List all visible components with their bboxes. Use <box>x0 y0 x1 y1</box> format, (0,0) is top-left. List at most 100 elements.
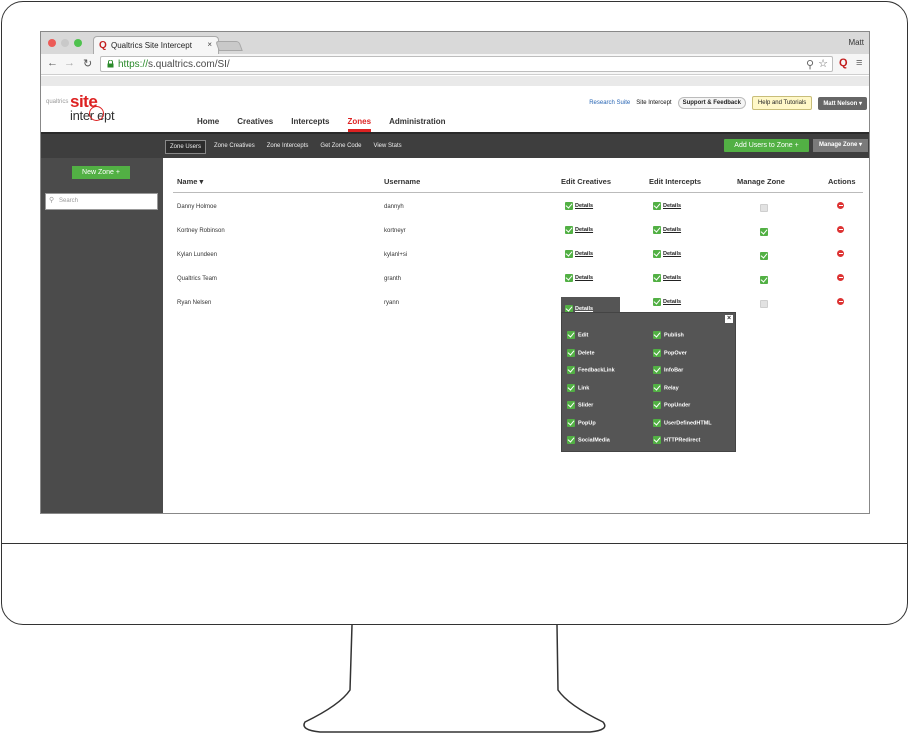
checkbox-icon[interactable] <box>653 274 661 282</box>
checkbox-icon[interactable] <box>653 226 661 234</box>
manage-zone-checkbox[interactable] <box>760 252 768 260</box>
details-link[interactable]: Details <box>575 306 593 312</box>
checkbox-icon[interactable] <box>653 436 661 444</box>
checkbox-icon[interactable] <box>653 348 661 357</box>
tab-view-stats[interactable]: View Stats <box>369 140 405 154</box>
new-tab-button[interactable] <box>215 41 243 51</box>
nav-intercepts[interactable]: Intercepts <box>291 117 329 126</box>
site-intercept-link[interactable]: Site Intercept <box>636 100 671 106</box>
details-link[interactable]: Details <box>663 251 681 257</box>
tab-zone-creatives[interactable]: Zone Creatives <box>210 140 259 154</box>
checkbox-icon[interactable] <box>567 366 575 374</box>
help-tutorials-button[interactable]: Help and Tutorials <box>751 96 813 110</box>
main-nav: Home Creatives Intercepts Zones Administ… <box>197 117 446 132</box>
minimize-window-button[interactable] <box>61 39 69 47</box>
manage-zone-checkbox[interactable] <box>760 300 768 308</box>
lock-icon <box>107 60 114 68</box>
tab-zone-intercepts[interactable]: Zone Intercepts <box>263 140 313 154</box>
new-zone-button[interactable]: New Zone + <box>72 166 130 179</box>
close-icon[interactable]: × <box>725 315 733 323</box>
header-name[interactable]: Name ▾ <box>177 177 203 186</box>
checkbox-icon[interactable] <box>653 366 661 374</box>
checkbox-icon[interactable] <box>567 348 575 357</box>
tab-zone-users[interactable]: Zone Users <box>165 140 207 154</box>
bookmark-star-icon[interactable]: ☆ <box>818 57 828 70</box>
maximize-window-button[interactable] <box>74 39 82 47</box>
menu-icon[interactable]: ≡ <box>856 57 862 69</box>
checkbox-icon[interactable] <box>653 401 661 409</box>
forward-arrow-icon[interactable]: → <box>64 57 75 69</box>
checkbox-icon[interactable] <box>567 436 575 444</box>
checkbox-icon[interactable] <box>567 383 575 392</box>
actions-cell <box>837 274 844 283</box>
manage-zone-cell <box>760 300 768 308</box>
checkbox-icon[interactable] <box>565 250 573 258</box>
manage-zone-checkbox[interactable] <box>760 204 768 212</box>
top-links: Research Suite Site Intercept Support & … <box>589 96 867 110</box>
search-input[interactable]: ⚲ Search <box>45 193 158 210</box>
manage-zone-checkbox[interactable] <box>760 276 768 284</box>
zoom-icon[interactable]: ⚲ <box>806 58 814 71</box>
research-suite-link[interactable]: Research Suite <box>589 100 630 106</box>
url-text: https://s.qualtrics.com/SI/ <box>118 59 230 70</box>
checkbox-icon[interactable] <box>567 331 575 339</box>
user-name: Ryan Nelsen <box>177 300 212 306</box>
add-users-button[interactable]: Add Users to Zone + <box>724 139 809 152</box>
actions-cell <box>837 226 844 235</box>
checkbox-icon[interactable] <box>653 298 661 306</box>
details-link[interactable]: Details <box>575 203 593 209</box>
checkbox-icon[interactable] <box>653 331 661 339</box>
support-feedback-button[interactable]: Support & Feedback <box>677 97 746 109</box>
user-menu-button[interactable]: Matt Nelson ▾ <box>818 96 867 110</box>
reload-icon[interactable]: ↻ <box>83 57 92 70</box>
user-username: ryann <box>384 300 400 306</box>
browser-tab[interactable]: Q Qualtrics Site Intercept × <box>93 36 219 54</box>
tab-close-icon[interactable]: × <box>207 40 212 49</box>
checkbox-icon[interactable] <box>565 226 573 234</box>
details-link[interactable]: Details <box>663 227 681 233</box>
manage-zone-button[interactable]: Manage Zone ▾ <box>813 139 868 152</box>
delete-icon[interactable] <box>837 226 844 233</box>
details-link[interactable]: Details <box>575 275 593 281</box>
manage-zone-checkbox[interactable] <box>760 228 768 236</box>
details-link[interactable]: Details <box>663 203 681 209</box>
checkbox-icon[interactable] <box>567 418 575 427</box>
checkbox-icon[interactable] <box>653 202 661 210</box>
permission-item: Relay <box>653 383 679 392</box>
app-header: qualtrics site inter ept Home Creatives … <box>41 86 869 132</box>
edit-intercepts-cell: Details <box>653 250 681 258</box>
details-link[interactable]: Details <box>575 251 593 257</box>
monitor-illustration: Q Qualtrics Site Intercept × Matt ← → ↻ … <box>0 0 910 734</box>
close-window-button[interactable] <box>48 39 56 47</box>
permission-label: PopUnder <box>664 402 691 409</box>
details-link[interactable]: Details <box>663 299 681 305</box>
delete-icon[interactable] <box>837 298 844 305</box>
checkbox-icon[interactable] <box>653 383 661 392</box>
checkbox-icon[interactable] <box>565 274 573 282</box>
header-edit-creatives: Edit Creatives <box>561 177 612 186</box>
checkbox-icon[interactable] <box>653 418 661 427</box>
url-input[interactable]: https://s.qualtrics.com/SI/ ⚲ ☆ <box>100 56 833 72</box>
permission-label: FeedbackLink <box>578 367 615 374</box>
permission-label: Relay <box>664 384 679 391</box>
nav-zones[interactable]: Zones <box>347 117 371 132</box>
manage-zone-cell <box>760 276 768 284</box>
checkbox-icon[interactable] <box>565 202 573 210</box>
nav-creatives[interactable]: Creatives <box>237 117 273 126</box>
user-name: Kortney Robinson <box>177 228 225 234</box>
nav-administration[interactable]: Administration <box>389 117 445 126</box>
nav-home[interactable]: Home <box>197 117 219 126</box>
tab-title: Qualtrics Site Intercept <box>111 41 192 50</box>
qualtrics-extension-icon[interactable]: Q <box>839 57 848 69</box>
delete-icon[interactable] <box>837 250 844 257</box>
delete-icon[interactable] <box>837 274 844 281</box>
details-link[interactable]: Details <box>575 227 593 233</box>
delete-icon[interactable] <box>837 202 844 209</box>
tab-get-zone-code[interactable]: Get Zone Code <box>316 140 365 154</box>
checkbox-icon[interactable] <box>653 250 661 258</box>
browser-user[interactable]: Matt <box>848 38 864 47</box>
details-link[interactable]: Details <box>663 275 681 281</box>
header-edit-intercepts: Edit Intercepts <box>649 177 702 186</box>
back-arrow-icon[interactable]: ← <box>47 57 58 69</box>
checkbox-icon[interactable] <box>567 401 575 409</box>
